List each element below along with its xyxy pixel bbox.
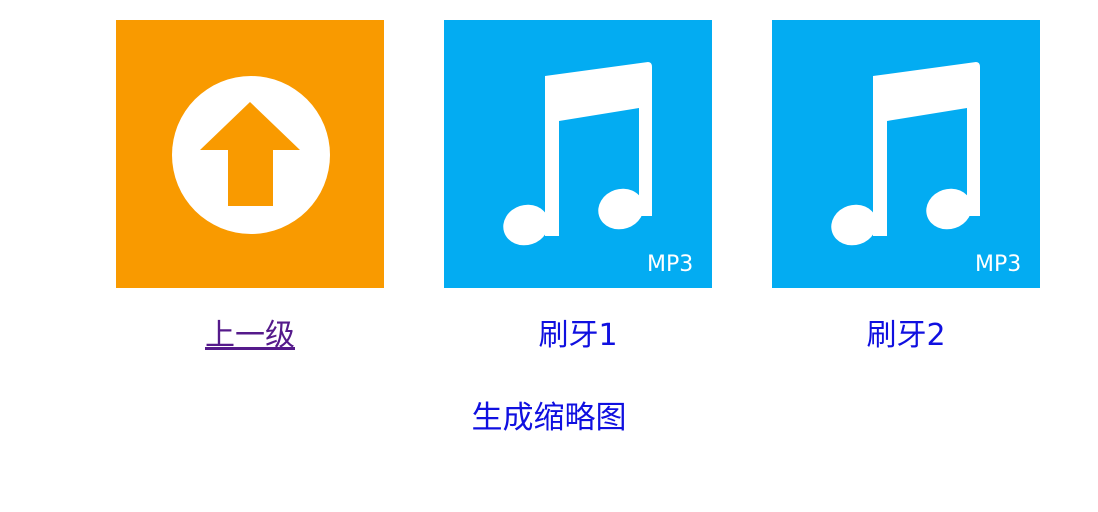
file-grid: 上一级 MP3 刷牙1 MP3 刷牙2 生成缩略图 <box>0 0 1098 512</box>
parent-folder-tile[interactable] <box>116 20 384 288</box>
file-label-2[interactable]: 刷牙2 <box>772 316 1040 356</box>
mp3-badge: MP3 <box>647 252 693 277</box>
parent-folder-label[interactable]: 上一级 <box>116 316 384 356</box>
music-note-icon: MP3 <box>772 20 1040 288</box>
up-arrow-icon <box>116 20 384 288</box>
file-label-1[interactable]: 刷牙1 <box>444 316 712 356</box>
generate-thumbnails-link[interactable]: 生成缩略图 <box>0 397 1098 439</box>
mp3-file-tile-1[interactable]: MP3 <box>444 20 712 288</box>
mp3-file-tile-2[interactable]: MP3 <box>772 20 1040 288</box>
music-note-icon: MP3 <box>444 20 712 288</box>
mp3-badge: MP3 <box>975 252 1021 277</box>
